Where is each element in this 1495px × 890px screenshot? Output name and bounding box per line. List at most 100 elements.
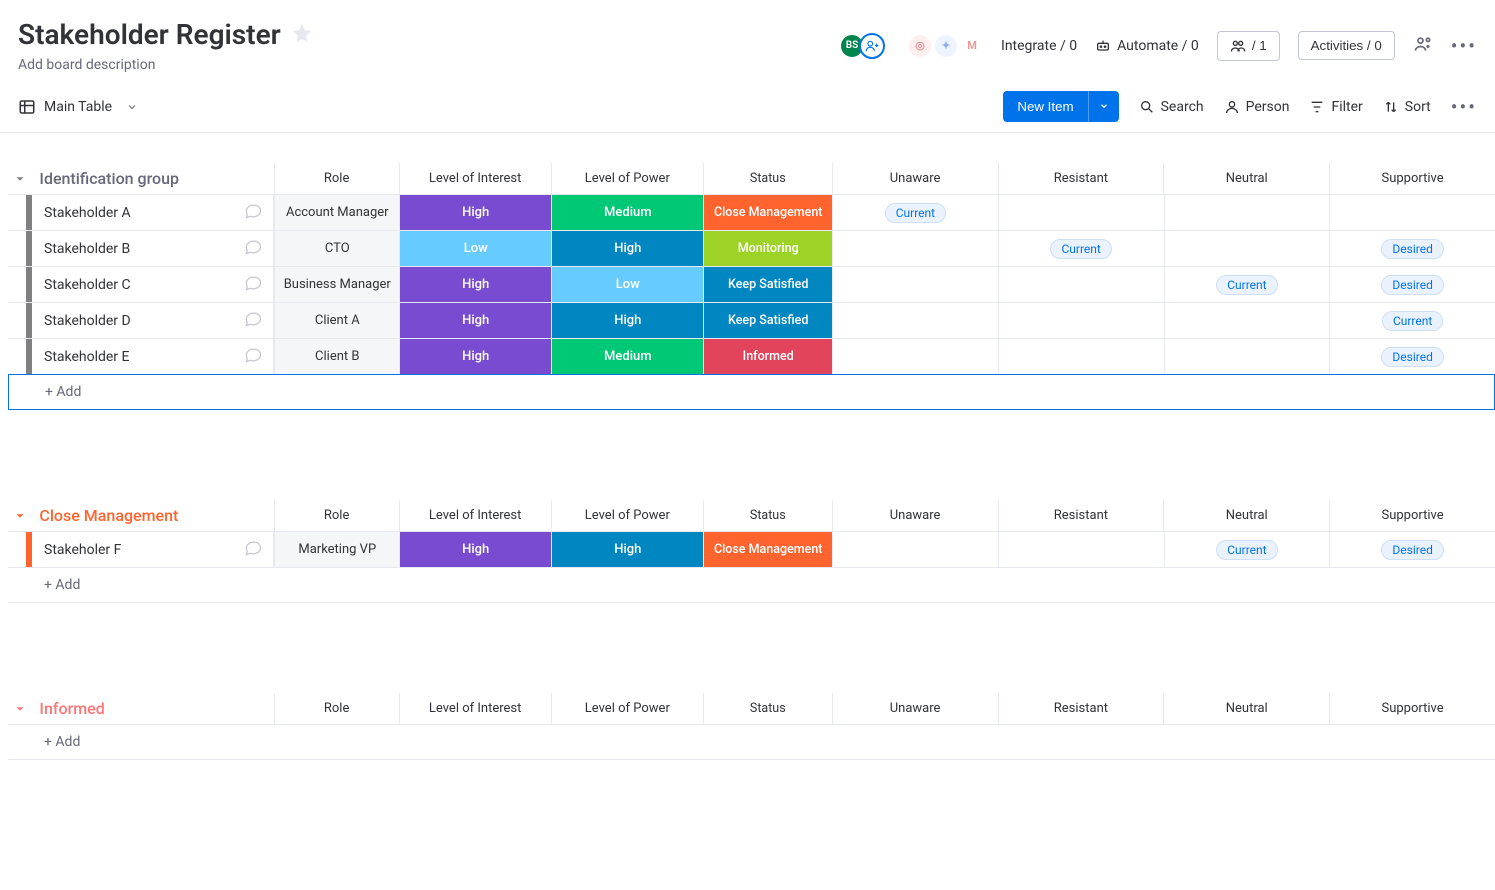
add-item-row[interactable]: + Add <box>8 374 1495 410</box>
status-cell[interactable]: Close Management <box>703 532 832 567</box>
neutral-cell[interactable] <box>1164 339 1330 374</box>
table-row[interactable]: Stakeholder B CTO Low High Monitoring Cu… <box>8 230 1495 266</box>
col-supportive[interactable]: Supportive <box>1329 693 1495 724</box>
state-badge[interactable]: Desired <box>1381 239 1443 259</box>
table-row[interactable]: Stakeholer F Marketing VP High High Clos… <box>8 531 1495 567</box>
col-power[interactable]: Level of Power <box>551 500 703 531</box>
item-name[interactable]: Stakeholder A <box>32 195 274 230</box>
col-neutral[interactable]: Neutral <box>1163 163 1329 194</box>
chat-icon[interactable] <box>243 237 263 261</box>
table-row[interactable]: Stakeholder C Business Manager High Low … <box>8 266 1495 302</box>
toolbar-more-icon[interactable]: ••• <box>1451 95 1477 119</box>
supportive-cell[interactable]: Desired <box>1329 267 1495 302</box>
power-cell[interactable]: Medium <box>551 195 703 230</box>
item-name[interactable]: Stakeholer F <box>32 532 274 567</box>
col-unaware[interactable]: Unaware <box>832 500 998 531</box>
item-name[interactable]: Stakeholder E <box>32 339 274 374</box>
interest-cell[interactable]: High <box>399 532 551 567</box>
role-cell[interactable]: Business Manager <box>274 267 399 302</box>
new-item-dropdown[interactable] <box>1088 91 1119 122</box>
col-role[interactable]: Role <box>274 500 399 531</box>
state-badge[interactable]: Current <box>1050 239 1111 259</box>
col-supportive[interactable]: Supportive <box>1329 500 1495 531</box>
resistant-cell[interactable] <box>998 195 1164 230</box>
status-cell[interactable]: Informed <box>703 339 832 374</box>
col-interest[interactable]: Level of Interest <box>399 500 551 531</box>
item-name[interactable]: Stakeholder C <box>32 267 274 302</box>
sort-tool[interactable]: Sort <box>1383 99 1431 115</box>
group-title[interactable]: Informed <box>31 693 273 724</box>
col-power[interactable]: Level of Power <box>551 693 703 724</box>
supportive-cell[interactable]: Current <box>1329 303 1495 338</box>
item-name[interactable]: Stakeholder B <box>32 231 274 266</box>
state-badge[interactable]: Desired <box>1381 347 1443 367</box>
invite-icon[interactable] <box>1413 34 1433 58</box>
add-item-row[interactable]: + Add <box>8 724 1495 760</box>
state-badge[interactable]: Current <box>1382 311 1443 331</box>
members-button[interactable]: / 1 <box>1217 31 1280 61</box>
resistant-cell[interactable] <box>998 303 1164 338</box>
unaware-cell[interactable] <box>832 267 998 302</box>
col-neutral[interactable]: Neutral <box>1163 693 1329 724</box>
avatar-stack[interactable]: BS <box>845 33 885 59</box>
status-cell[interactable]: Close Management <box>703 195 832 230</box>
resistant-cell[interactable] <box>998 267 1164 302</box>
more-menu-icon[interactable]: ••• <box>1451 34 1477 58</box>
power-cell[interactable]: Medium <box>551 339 703 374</box>
filter-tool[interactable]: Filter <box>1309 99 1362 115</box>
power-cell[interactable]: High <box>551 231 703 266</box>
col-neutral[interactable]: Neutral <box>1163 500 1329 531</box>
activities-button[interactable]: Activities / 0 <box>1298 31 1395 60</box>
power-cell[interactable]: High <box>551 303 703 338</box>
status-cell[interactable]: Monitoring <box>703 231 832 266</box>
integrate-link[interactable]: Integrate / 0 <box>1001 38 1077 54</box>
board-title[interactable]: Stakeholder Register <box>18 18 281 51</box>
board-description[interactable]: Add board description <box>18 57 313 73</box>
chat-icon[interactable] <box>243 538 263 562</box>
interest-cell[interactable]: Low <box>399 231 551 266</box>
supportive-cell[interactable]: Desired <box>1329 532 1495 567</box>
table-row[interactable]: Stakeholder A Account Manager High Mediu… <box>8 194 1495 230</box>
interest-cell[interactable]: High <box>399 303 551 338</box>
supportive-cell[interactable]: Desired <box>1329 339 1495 374</box>
neutral-cell[interactable] <box>1164 231 1330 266</box>
role-cell[interactable]: Client B <box>274 339 399 374</box>
power-cell[interactable]: High <box>551 532 703 567</box>
state-badge[interactable]: Desired <box>1381 540 1443 560</box>
add-item-row[interactable]: + Add <box>8 567 1495 603</box>
state-badge[interactable]: Current <box>1216 540 1277 560</box>
status-cell[interactable]: Keep Satisfied <box>703 267 832 302</box>
role-cell[interactable]: Account Manager <box>274 195 399 230</box>
chat-icon[interactable] <box>243 309 263 333</box>
supportive-cell[interactable] <box>1329 195 1495 230</box>
col-interest[interactable]: Level of Interest <box>399 163 551 194</box>
neutral-cell[interactable] <box>1164 195 1330 230</box>
state-badge[interactable]: Current <box>885 203 946 223</box>
unaware-cell[interactable] <box>832 231 998 266</box>
state-badge[interactable]: Desired <box>1381 275 1443 295</box>
integration-app-icons[interactable]: ◎ ✦ M <box>909 35 983 57</box>
chat-icon[interactable] <box>243 273 263 297</box>
role-cell[interactable]: Client A <box>274 303 399 338</box>
group-title[interactable]: Identification group <box>31 163 273 194</box>
unaware-cell[interactable]: Current <box>832 195 998 230</box>
interest-cell[interactable]: High <box>399 339 551 374</box>
interest-cell[interactable]: High <box>399 195 551 230</box>
collapse-group-icon[interactable] <box>11 700 29 718</box>
resistant-cell[interactable] <box>998 532 1164 567</box>
col-role[interactable]: Role <box>274 163 399 194</box>
col-status[interactable]: Status <box>703 163 832 194</box>
search-tool[interactable]: Search <box>1139 99 1204 115</box>
unaware-cell[interactable] <box>832 339 998 374</box>
col-role[interactable]: Role <box>274 693 399 724</box>
group-title[interactable]: Close Management <box>31 500 273 531</box>
col-resistant[interactable]: Resistant <box>998 163 1164 194</box>
col-unaware[interactable]: Unaware <box>832 163 998 194</box>
table-row[interactable]: Stakeholder D Client A High High Keep Sa… <box>8 302 1495 338</box>
col-supportive[interactable]: Supportive <box>1329 163 1495 194</box>
favorite-star-icon[interactable] <box>291 22 313 48</box>
resistant-cell[interactable] <box>998 339 1164 374</box>
col-resistant[interactable]: Resistant <box>998 500 1164 531</box>
collapse-group-icon[interactable] <box>11 170 29 188</box>
unaware-cell[interactable] <box>832 303 998 338</box>
